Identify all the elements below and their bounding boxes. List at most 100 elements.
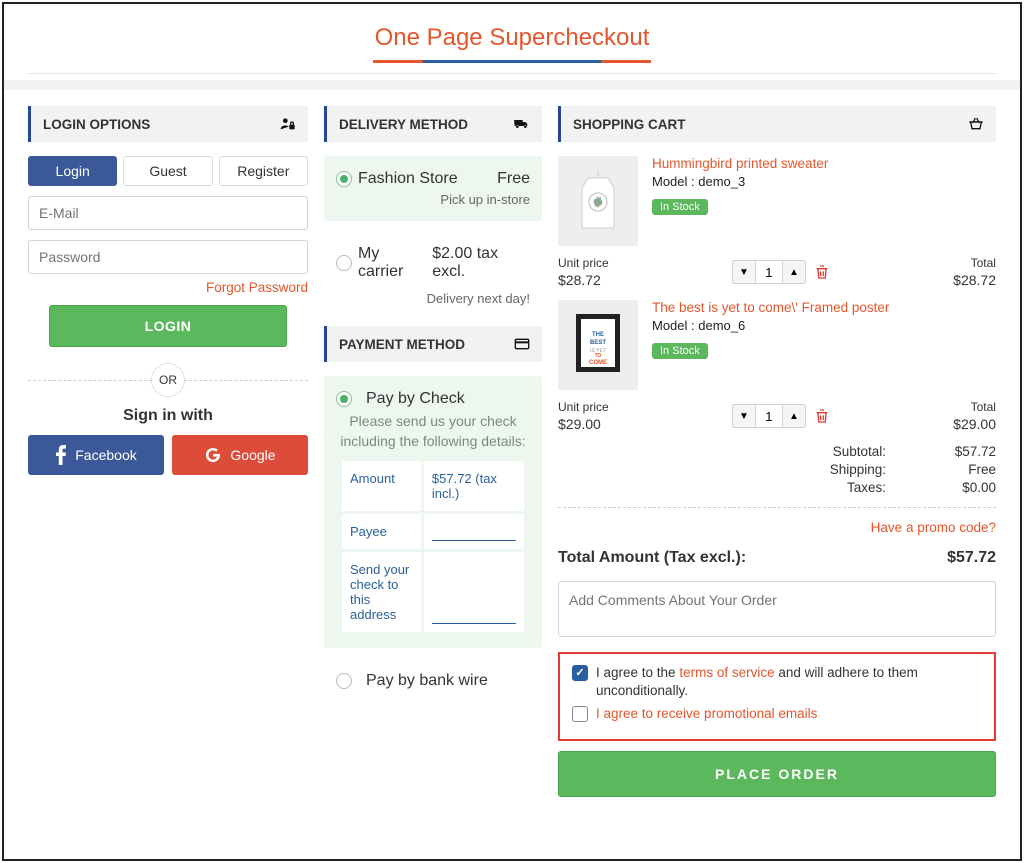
taxes-label: Taxes: xyxy=(816,480,886,495)
radio-icon xyxy=(336,673,352,689)
svg-text:COME: COME xyxy=(589,360,607,366)
tab-login[interactable]: Login xyxy=(28,156,117,186)
checkbox-icon: ✓ xyxy=(572,665,588,681)
quantity-stepper[interactable]: ▼ ▲ xyxy=(732,404,806,428)
check-payee-label: Payee xyxy=(342,514,424,549)
quantity-stepper[interactable]: ▼ ▲ xyxy=(732,260,806,284)
delivery-label: My carrier xyxy=(358,245,424,281)
svg-text:TO: TO xyxy=(595,353,602,359)
order-comment[interactable] xyxy=(558,581,996,637)
qty-input[interactable] xyxy=(755,261,783,283)
title-underline xyxy=(373,60,651,63)
product-name[interactable]: The best is yet to come\' Framed poster xyxy=(652,300,889,315)
product-model: Model : demo_3 xyxy=(652,174,828,189)
terms-text-pre: I agree to the xyxy=(596,665,679,680)
or-text: OR xyxy=(151,363,185,397)
basket-icon xyxy=(968,116,984,132)
stock-badge: In Stock xyxy=(652,343,708,359)
delivery-label: Fashion Store xyxy=(358,170,458,188)
unit-price: $28.72 xyxy=(558,272,609,288)
check-payee-value xyxy=(424,514,524,549)
remove-item[interactable] xyxy=(814,407,830,425)
cart-item: THEBESTIS YETTOCOME The best is yet to c… xyxy=(558,300,996,432)
check-details-table: Amount$57.72 (tax incl.) Payee Send your… xyxy=(342,461,524,632)
login-button[interactable]: LOGIN xyxy=(49,305,287,347)
agreements-box: ✓ I agree to the terms of service and wi… xyxy=(558,652,996,741)
user-lock-icon xyxy=(280,116,296,132)
radio-icon xyxy=(336,171,352,187)
forgot-password-link[interactable]: Forgot Password xyxy=(28,280,308,295)
product-model: Model : demo_6 xyxy=(652,318,889,333)
qty-decrease[interactable]: ▼ xyxy=(733,405,755,427)
login-tabs: Login Guest Register xyxy=(28,156,308,186)
payment-heading: PAYMENT METHOD xyxy=(339,337,465,352)
grand-total-value: $57.72 xyxy=(947,549,996,567)
delivery-note: Delivery next day! xyxy=(324,291,542,306)
delivery-note: Pick up in-store xyxy=(336,192,530,207)
google-button[interactable]: Google xyxy=(172,435,308,475)
delivery-header: DELIVERY METHOD xyxy=(324,106,542,142)
payment-label: Pay by Check xyxy=(366,390,465,408)
qty-increase[interactable]: ▲ xyxy=(783,261,805,283)
cart-item: Hummingbird printed sweater Model : demo… xyxy=(558,156,996,288)
radio-icon xyxy=(336,391,352,407)
order-totals: Subtotal:$57.72 Shipping:Free Taxes:$0.0… xyxy=(558,444,996,495)
check-amount-label: Amount xyxy=(342,461,424,511)
grand-total: Total Amount (Tax excl.): $57.72 xyxy=(558,549,996,567)
stock-badge: In Stock xyxy=(652,199,708,215)
place-order-button[interactable]: PLACE ORDER xyxy=(558,751,996,797)
promo-emails-text: I agree to receive promotional emails xyxy=(596,705,817,723)
line-total: $28.72 xyxy=(953,272,996,288)
google-icon xyxy=(204,446,222,464)
delivery-price: Free xyxy=(497,170,530,188)
facebook-button[interactable]: Facebook xyxy=(28,435,164,475)
password-field[interactable] xyxy=(28,240,308,274)
svg-text:THE: THE xyxy=(592,332,604,338)
product-name[interactable]: Hummingbird printed sweater xyxy=(652,156,828,171)
facebook-icon xyxy=(55,445,67,465)
unit-price: $29.00 xyxy=(558,416,609,432)
unit-price-label: Unit price xyxy=(558,400,609,414)
truck-icon xyxy=(514,116,530,132)
qty-input[interactable] xyxy=(755,405,783,427)
login-header: LOGIN OPTIONS xyxy=(28,106,308,142)
terms-link[interactable]: terms of service xyxy=(679,665,774,680)
check-address-value xyxy=(424,552,524,632)
tab-register[interactable]: Register xyxy=(219,156,308,186)
page-title: One Page Supercheckout xyxy=(367,20,658,56)
email-field[interactable] xyxy=(28,196,308,230)
line-total-label: Total xyxy=(971,256,996,270)
subtotal-value: $57.72 xyxy=(916,444,996,459)
payment-label: Pay by bank wire xyxy=(366,672,488,690)
qty-decrease[interactable]: ▼ xyxy=(733,261,755,283)
line-total-label: Total xyxy=(971,400,996,414)
facebook-label: Facebook xyxy=(75,447,136,463)
payment-option[interactable]: Pay by bank wire xyxy=(324,662,542,700)
cart-heading: SHOPPING CART xyxy=(573,117,686,132)
divider xyxy=(4,80,1020,90)
shipping-value: Free xyxy=(916,462,996,477)
product-thumbnail xyxy=(558,156,638,246)
qty-increase[interactable]: ▲ xyxy=(783,405,805,427)
check-address-label: Send your check to this address xyxy=(342,552,424,632)
delivery-option[interactable]: My carrier $2.00 tax excl. xyxy=(324,235,542,291)
signin-with-label: Sign in with xyxy=(28,407,308,425)
check-amount-value: $57.72 (tax incl.) xyxy=(424,461,524,511)
promo-emails-checkbox-row[interactable]: I agree to receive promotional emails xyxy=(572,705,982,723)
tab-guest[interactable]: Guest xyxy=(123,156,212,186)
terms-checkbox-row[interactable]: ✓ I agree to the terms of service and wi… xyxy=(572,664,982,699)
product-thumbnail: THEBESTIS YETTOCOME xyxy=(558,300,638,390)
payment-note: Please send us your check including the … xyxy=(336,412,530,451)
payment-option-selected[interactable]: Pay by Check Please send us your check i… xyxy=(324,376,542,648)
delivery-option-selected[interactable]: Fashion Store Free Pick up in-store xyxy=(324,156,542,221)
delivery-heading: DELIVERY METHOD xyxy=(339,117,468,132)
promo-code-link[interactable]: Have a promo code? xyxy=(558,520,996,535)
subtotal-label: Subtotal: xyxy=(816,444,886,459)
or-divider: OR xyxy=(28,363,308,397)
card-icon xyxy=(514,336,530,352)
remove-item[interactable] xyxy=(814,263,830,281)
page-title-wrap: One Page Supercheckout xyxy=(28,20,996,74)
cart-header: SHOPPING CART xyxy=(558,106,996,142)
radio-icon xyxy=(336,255,352,271)
grand-total-label: Total Amount (Tax excl.): xyxy=(558,549,746,567)
